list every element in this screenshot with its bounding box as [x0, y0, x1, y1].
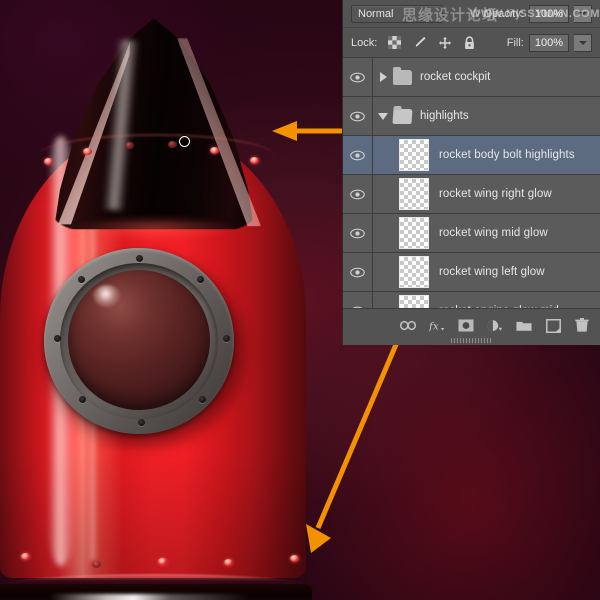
body-bolt-top-1	[44, 158, 53, 165]
porthole-bolt-5	[138, 419, 145, 426]
layer-name: rocket wing left glow	[439, 266, 545, 278]
porthole-bolt-8	[78, 276, 85, 283]
layer-row[interactable]: rocket cockpit	[343, 58, 600, 97]
panel-resize-grip[interactable]	[450, 338, 493, 343]
link-icon	[400, 320, 416, 331]
lock-position-icon[interactable]	[437, 35, 452, 50]
fill-control[interactable]: Fill: 100%	[506, 33, 592, 52]
layer-name: highlights	[420, 110, 469, 122]
blend-mode-value: Normal	[358, 7, 394, 20]
layer-thumbnail[interactable]	[399, 295, 429, 308]
layer-row[interactable]: rocket wing mid glow	[343, 214, 600, 253]
layer-visibility-toggle[interactable]	[343, 175, 373, 213]
fill-stepper-button[interactable]	[574, 33, 592, 52]
add-layer-mask-button[interactable]	[458, 318, 474, 334]
fill-label: Fill:	[506, 36, 524, 49]
layer-visibility-toggle[interactable]	[343, 136, 373, 174]
chevron-down-icon	[578, 40, 587, 45]
trash-icon	[575, 318, 589, 332]
layer-name: rocket body bolt highlights	[439, 149, 575, 161]
eye-icon	[350, 189, 365, 199]
layer-style-button[interactable]: fx	[429, 318, 445, 334]
body-bolt-bottom-5	[290, 555, 299, 562]
adjustment-layer-button[interactable]	[487, 318, 503, 334]
svg-text:fx: fx	[429, 320, 439, 332]
layer-row[interactable]: rocket wing left glow	[343, 253, 600, 292]
triangle-right-icon	[379, 72, 387, 82]
layer-row[interactable]: rocket wing right glow	[343, 175, 600, 214]
layer-visibility-toggle[interactable]	[343, 253, 373, 291]
fx-icon: fx	[429, 320, 445, 332]
layer-visibility-toggle[interactable]	[343, 292, 373, 308]
lock-label: Lock:	[351, 36, 378, 49]
layer-thumbnail[interactable]	[399, 178, 429, 210]
nose-cone-base-glow	[52, 213, 257, 243]
layer-visibility-toggle[interactable]	[343, 97, 373, 135]
triangle-down-icon	[378, 112, 388, 120]
rocket-nose-cone	[54, 18, 254, 230]
rocket-body-top-seam	[38, 134, 274, 156]
porthole-bolt-1	[136, 255, 143, 262]
layer-row-selected[interactable]: rocket body bolt highlights	[343, 136, 600, 175]
layer-name: rocket cockpit	[420, 71, 491, 83]
layer-row[interactable]: rocket engine glow mid	[343, 292, 600, 308]
layer-thumbnail[interactable]	[399, 217, 429, 249]
new-layer-icon	[545, 318, 561, 333]
folder-closed-icon	[393, 66, 412, 85]
eye-icon	[350, 228, 365, 238]
layer-visibility-toggle[interactable]	[343, 58, 373, 96]
rocket-illustration	[0, 8, 322, 600]
body-bolt-bottom-3	[158, 558, 167, 565]
lock-row: Lock: Fill: 100%	[343, 28, 600, 58]
fill-value: 100%	[534, 36, 563, 49]
lock-all-icon[interactable]	[462, 35, 477, 50]
porthole-bolt-4	[199, 396, 206, 403]
porthole-glass-dome	[68, 270, 210, 410]
new-group-button[interactable]	[516, 318, 532, 334]
group-disclosure-toggle[interactable]	[373, 112, 393, 120]
watermark-url: WWW.MISSYUAN.COM	[470, 8, 600, 20]
group-disclosure-toggle[interactable]	[373, 72, 393, 82]
rocket-bottom-chrome-highlight	[50, 594, 250, 600]
body-bolt-top-4	[168, 141, 177, 148]
body-bolt-bottom-1	[21, 553, 30, 560]
layer-row[interactable]: highlights	[343, 97, 600, 136]
porthole-bolt-2	[197, 276, 204, 283]
mask-icon	[458, 319, 474, 332]
porthole-bolt-3	[223, 335, 230, 342]
body-bolt-bottom-4	[224, 559, 233, 566]
body-bolt-bottom-2	[92, 561, 101, 568]
body-bolt-top-2	[83, 148, 92, 155]
body-bolt-top-6	[250, 157, 259, 164]
layer-list[interactable]: rocket cockpit highlights rocket body bo…	[343, 58, 600, 308]
folder-open-icon	[392, 108, 413, 124]
layer-name: rocket wing mid glow	[439, 227, 548, 239]
porthole-bolt-6	[79, 396, 86, 403]
body-bolt-top-3	[125, 142, 134, 149]
porthole-bolt-7	[54, 335, 61, 342]
body-bolt-top-5	[210, 147, 219, 154]
lock-image-pixels-icon[interactable]	[412, 35, 427, 50]
brush-cursor-circle	[179, 136, 190, 147]
eye-icon	[350, 72, 365, 82]
folder-icon	[516, 321, 532, 331]
eye-icon	[350, 150, 365, 160]
new-layer-button[interactable]	[545, 318, 561, 334]
link-layers-button[interactable]	[400, 318, 416, 334]
layer-name: rocket wing right glow	[439, 188, 552, 200]
layers-panel[interactable]: Normal Opacity: 100% Lock: Fill: 100% ro…	[342, 0, 600, 345]
layer-thumbnail[interactable]	[399, 256, 429, 288]
delete-layer-button[interactable]	[574, 318, 590, 334]
adjustment-circle-icon	[487, 319, 503, 331]
eye-icon	[350, 267, 365, 277]
eye-icon	[350, 111, 365, 121]
porthole-glass-specular	[93, 285, 121, 307]
layer-visibility-toggle[interactable]	[343, 214, 373, 252]
fill-input[interactable]: 100%	[528, 33, 569, 52]
lock-transparent-pixels-icon[interactable]	[387, 35, 402, 50]
layer-thumbnail[interactable]	[399, 139, 429, 171]
